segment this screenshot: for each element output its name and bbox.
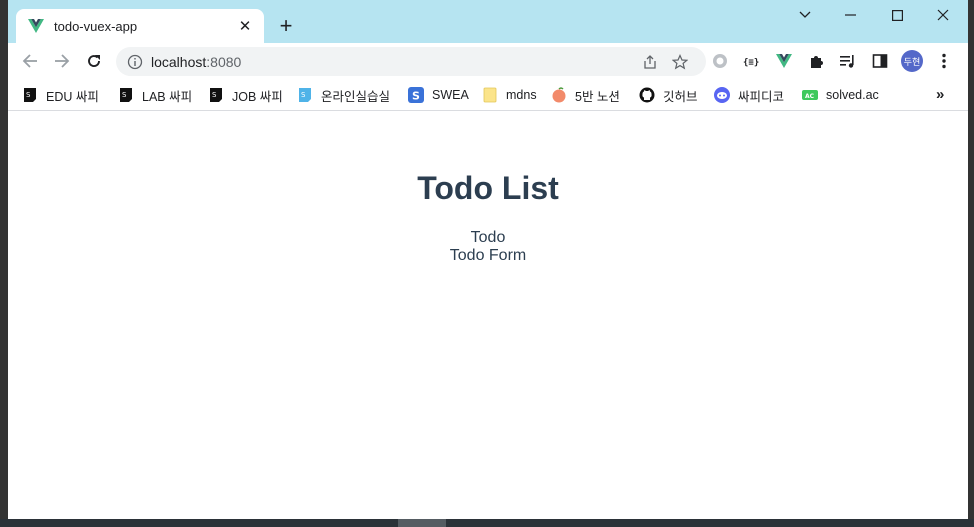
back-button[interactable] [17, 48, 43, 74]
discord-icon [714, 87, 730, 103]
media-controls-icon[interactable] [836, 49, 860, 73]
svg-text:S: S [122, 91, 127, 99]
bookmark-lab-ssafy[interactable]: S LAB 싸피 [118, 84, 192, 106]
svg-text:S: S [26, 91, 31, 99]
svg-text:S: S [212, 91, 217, 99]
maximize-button[interactable] [874, 0, 920, 30]
page-content: Todo List Todo Todo Form [8, 112, 968, 519]
bookmark-label: 온라인실습실 [321, 89, 391, 104]
bookmarks-bar: S EDU 싸피 S LAB 싸피 S JOB 싸피 S 온라인실습실 S SW… [8, 79, 968, 111]
ssafy-icon: S [118, 87, 134, 103]
menu-kebab-icon[interactable] [932, 49, 956, 73]
svg-text:S: S [301, 91, 306, 99]
browser-toolbar: localhost:8080 {≡} 두현 [8, 43, 968, 79]
tab-title: todo-vuex-app [54, 18, 138, 34]
url-host: localhost [151, 53, 207, 70]
bookmark-label: solved.ac [826, 88, 879, 102]
vue-logo-icon [28, 18, 44, 34]
bookmark-label: EDU 싸피 [46, 89, 99, 104]
taskbar-active-item[interactable] [398, 519, 446, 527]
bookmark-github[interactable]: 깃허브 [639, 84, 698, 106]
tab-todo-vuex-app[interactable]: todo-vuex-app ✕ [16, 9, 264, 43]
bookmark-online-lab[interactable]: S 온라인실습실 [297, 84, 390, 106]
bookmark-label: LAB 싸피 [142, 89, 193, 104]
svg-text:S: S [412, 90, 420, 103]
extensions-puzzle-icon[interactable] [804, 49, 828, 73]
svg-text:{≡}: {≡} [743, 58, 759, 67]
bookmark-job-ssafy[interactable]: S JOB 싸피 [208, 84, 283, 106]
page-title: Todo List [417, 170, 559, 206]
svg-text:AC: AC [805, 93, 815, 100]
bookmark-star-icon[interactable] [670, 52, 690, 72]
ssafy-icon: S [22, 87, 38, 103]
bookmark-label: SWEA [432, 88, 469, 102]
profile-avatar[interactable]: 두현 [901, 50, 923, 72]
tab-strip: todo-vuex-app ✕ + [8, 0, 968, 43]
info-icon[interactable] [126, 53, 144, 71]
bookmark-mdns[interactable]: mdns [482, 84, 537, 106]
bookmark-label: mdns [506, 88, 537, 102]
bookmark-label: 5반 노션 [575, 89, 620, 104]
folder-icon [482, 87, 498, 103]
bookmark-notion[interactable]: 5반 노션 [551, 84, 620, 106]
solvedac-icon: AC [802, 87, 818, 103]
url-port: :8080 [206, 53, 242, 70]
extension-shield-icon[interactable] [708, 49, 732, 73]
tab-search-icon[interactable] [782, 0, 828, 30]
bookmark-discord[interactable]: 싸피디코 [714, 84, 784, 106]
tab-close-icon[interactable]: ✕ [236, 17, 254, 35]
close-window-button[interactable] [920, 0, 966, 30]
side-panel-icon[interactable] [868, 49, 892, 73]
todo-form-text: Todo Form [449, 247, 527, 264]
ssafy-icon: S [208, 87, 224, 103]
bookmark-edu-ssafy[interactable]: S EDU 싸피 [22, 84, 99, 106]
todo-list-text: Todo [470, 229, 506, 246]
swea-icon: S [408, 87, 424, 103]
address-bar[interactable]: localhost:8080 [116, 47, 706, 76]
forward-button[interactable] [49, 48, 75, 74]
new-tab-button[interactable]: + [274, 13, 298, 38]
bookmarks-overflow-button[interactable]: » [936, 86, 944, 103]
reload-button[interactable] [81, 48, 107, 74]
bookmark-label: JOB 싸피 [232, 89, 283, 104]
bookmark-label: 싸피디코 [738, 89, 785, 104]
peach-icon [551, 87, 567, 103]
github-icon [639, 87, 655, 103]
taskbar [0, 519, 974, 527]
minimize-button[interactable] [828, 0, 874, 30]
ssafy-blue-icon: S [297, 87, 313, 103]
bookmark-solved-ac[interactable]: AC solved.ac [802, 84, 879, 106]
bookmark-swea[interactable]: S SWEA [408, 84, 469, 106]
bookmark-label: 깃허브 [663, 89, 698, 104]
vue-devtools-icon[interactable] [772, 49, 796, 73]
json-formatter-icon[interactable]: {≡} [740, 49, 764, 73]
share-icon[interactable] [640, 52, 660, 72]
